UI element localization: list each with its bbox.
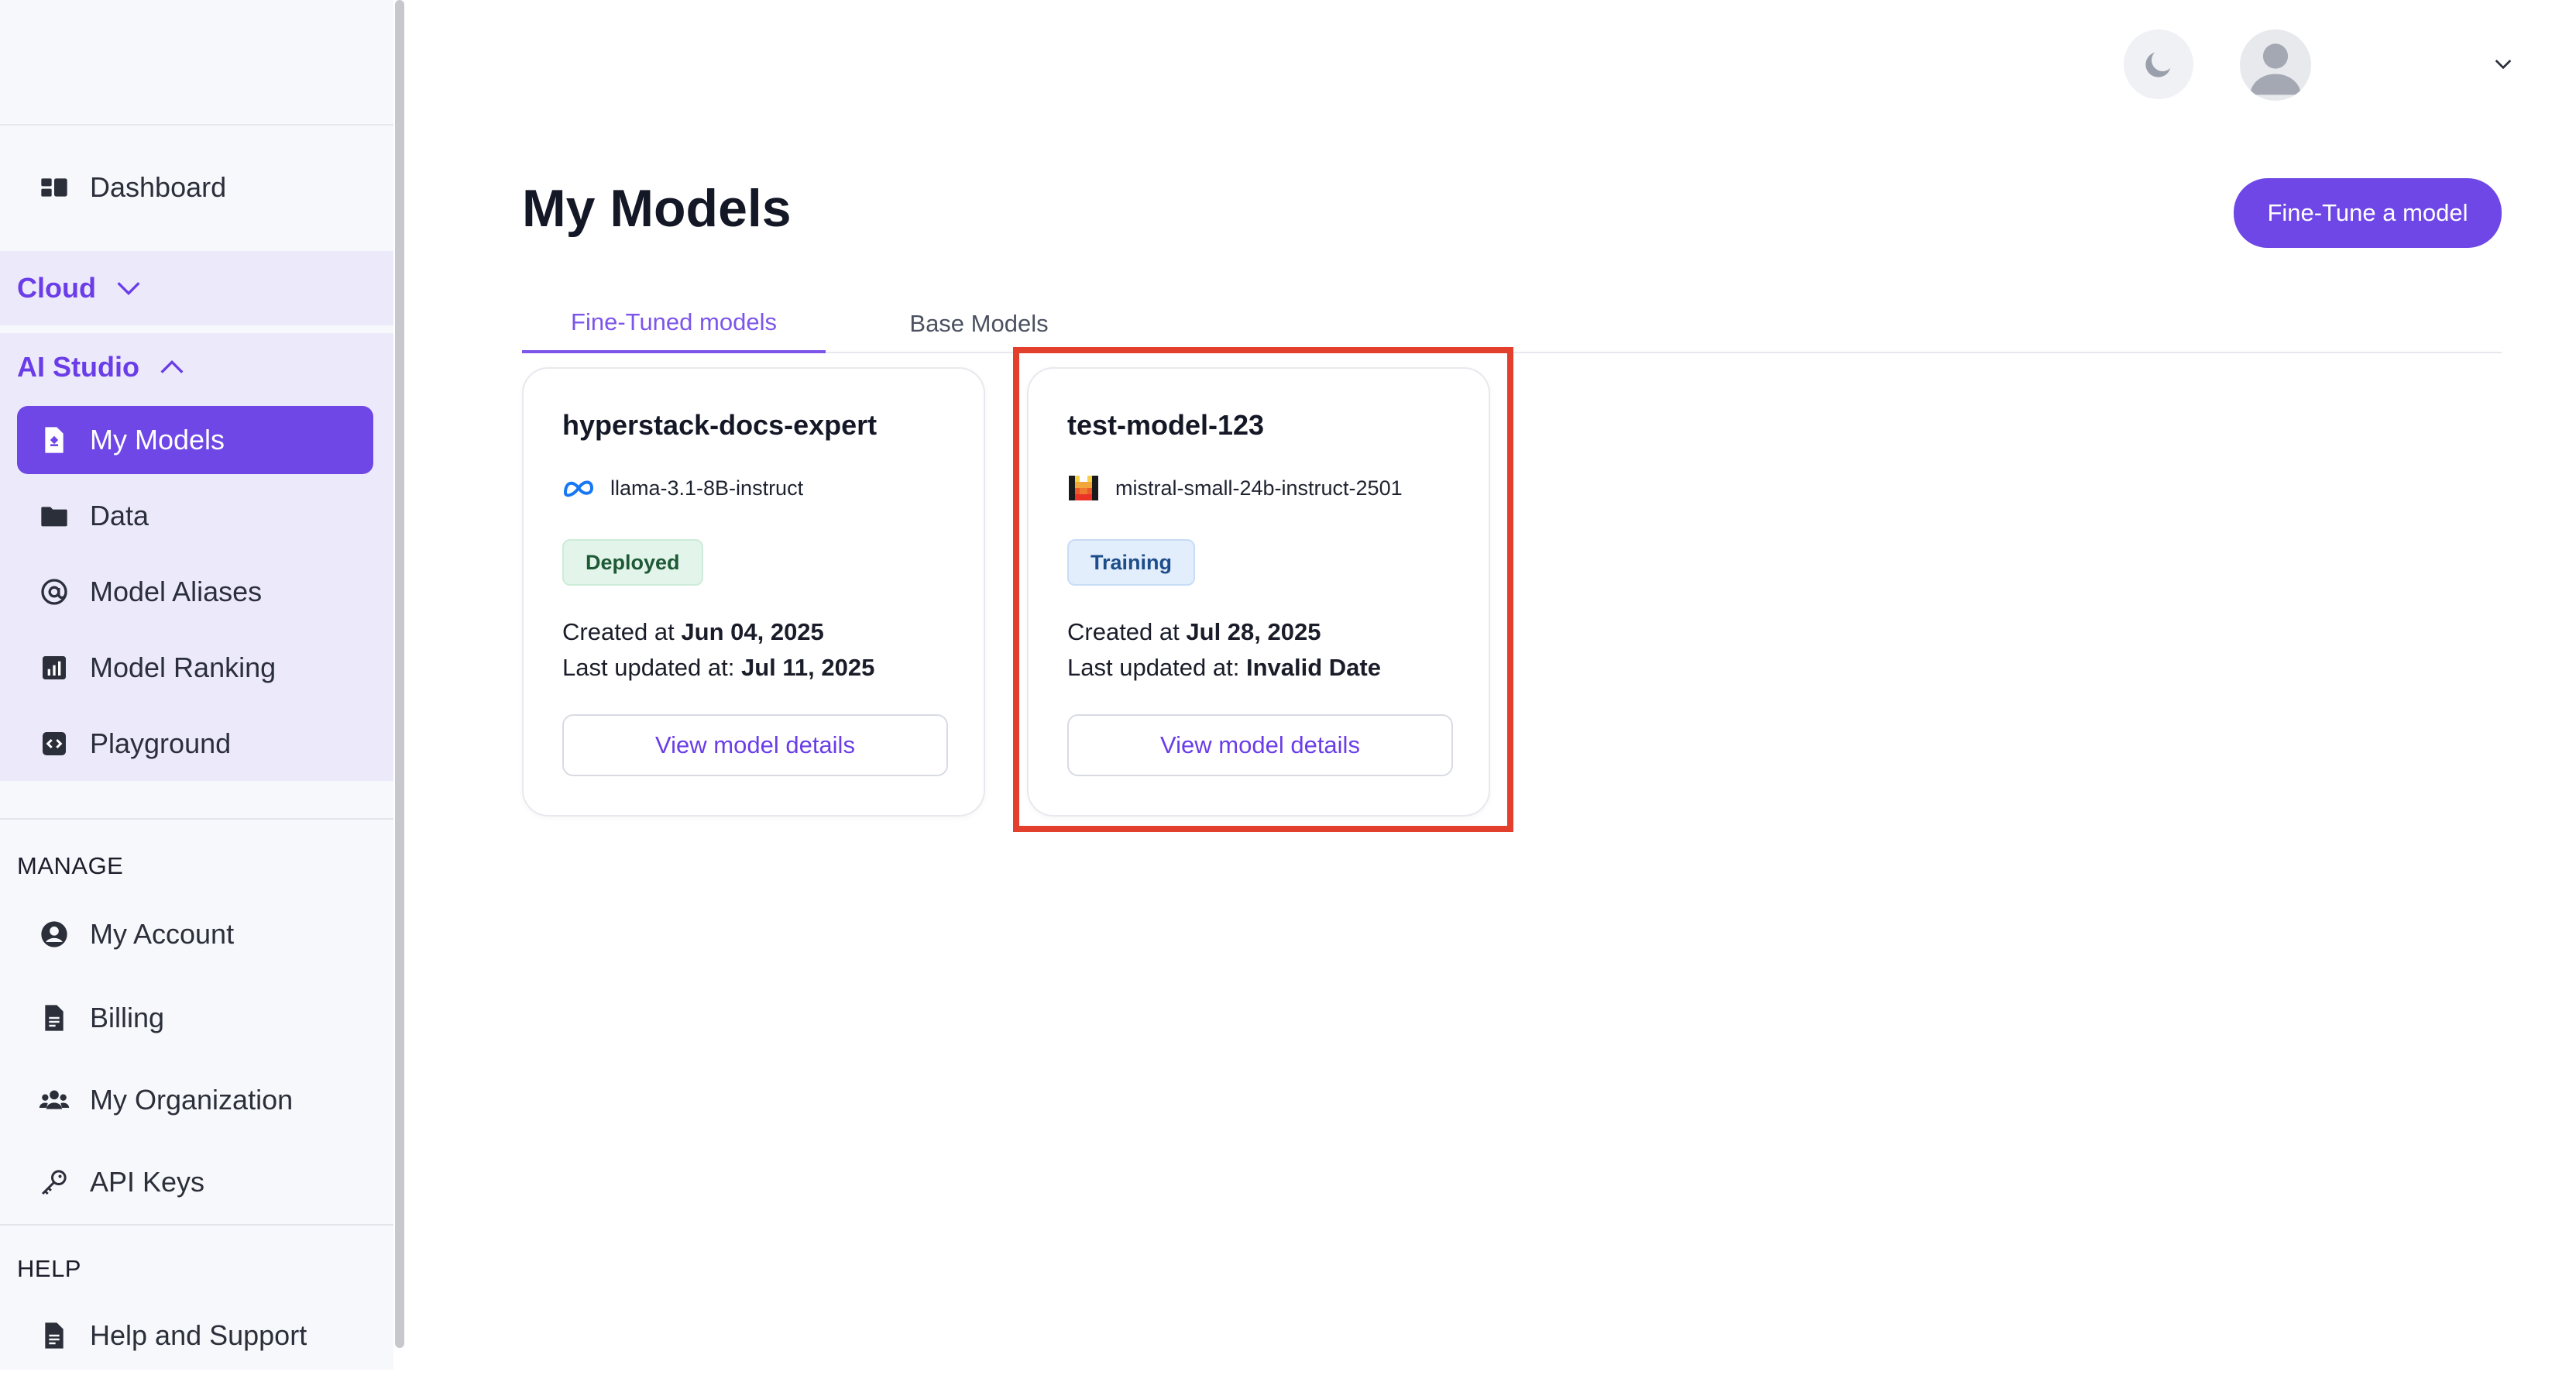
sidebar-group-ai-studio[interactable]: AI Studio — [0, 330, 393, 404]
sidebar-item-label: My Account — [90, 918, 235, 950]
created-date: Created at Jun 04, 2025 — [562, 618, 824, 646]
sidebar-item-label: My Organization — [90, 1084, 294, 1116]
sidebar-divider — [0, 818, 393, 820]
sidebar-item-label: Data — [90, 500, 149, 531]
created-value: Jun 04, 2025 — [681, 618, 824, 645]
model-tabs: Fine-Tuned models Base Models — [522, 294, 2502, 353]
created-label: Created at — [1067, 618, 1180, 645]
view-model-details-button[interactable]: View model details — [1067, 714, 1453, 776]
key-icon — [39, 1167, 70, 1198]
status-badge: Deployed — [562, 539, 703, 586]
account-dropdown-toggle[interactable] — [2488, 48, 2519, 79]
tab-fine-tuned-models[interactable]: Fine-Tuned models — [522, 294, 826, 353]
model-file-icon — [39, 425, 70, 456]
sidebar-item-api-keys[interactable]: API Keys — [17, 1148, 373, 1216]
created-date: Created at Jul 28, 2025 — [1067, 618, 1321, 646]
user-circle-icon — [39, 919, 70, 950]
updated-value: Jul 11, 2025 — [740, 654, 875, 681]
section-label-manage: MANAGE — [17, 852, 124, 879]
app-root: Dashboard Cloud AI Studio My Models Data — [0, 0, 2576, 1396]
folder-icon — [39, 500, 70, 531]
sidebar-item-model-ranking[interactable]: Model Ranking — [17, 634, 373, 702]
sidebar-item-dashboard[interactable]: Dashboard — [17, 153, 373, 222]
sidebar-item-my-account[interactable]: My Account — [17, 900, 373, 968]
chevron-up-icon — [160, 359, 184, 373]
sidebar-group-label: AI Studio — [17, 351, 139, 383]
updated-label: Last updated at: — [1067, 654, 1240, 681]
at-sign-icon — [39, 576, 70, 607]
fine-tune-model-button[interactable]: Fine-Tune a model — [2234, 178, 2502, 248]
document-icon — [39, 1002, 70, 1033]
code-icon — [39, 728, 70, 759]
created-label: Created at — [562, 618, 675, 645]
chevron-down-icon — [117, 282, 140, 296]
sidebar-item-label: Model Aliases — [90, 576, 263, 607]
base-model-name: llama-3.1-8B-instruct — [610, 476, 804, 500]
sidebar-group-label: Cloud — [17, 272, 96, 304]
updated-date: Last updated at: Jul 11, 2025 — [562, 654, 874, 682]
sidebar-item-help-support[interactable]: Help and Support — [17, 1301, 373, 1370]
model-card: test-model-123 mistral-small-24b-instruc… — [1027, 367, 1490, 817]
updated-label: Last updated at: — [562, 654, 735, 681]
bar-chart-icon — [39, 652, 70, 683]
sidebar-scrollbar[interactable] — [395, 0, 404, 1348]
sidebar-item-label: Model Ranking — [90, 652, 276, 683]
sidebar-item-label: Dashboard — [90, 171, 227, 203]
sidebar-item-model-aliases[interactable]: Model Aliases — [17, 558, 373, 626]
moon-icon — [2145, 52, 2171, 77]
sidebar: Dashboard Cloud AI Studio My Models Data — [0, 0, 393, 1370]
user-avatar-button[interactable] — [2240, 29, 2311, 101]
base-model-row: mistral-small-24b-instruct-2501 — [1067, 473, 1403, 504]
updated-value: Invalid Date — [1245, 654, 1381, 681]
base-model-name: mistral-small-24b-instruct-2501 — [1115, 476, 1403, 500]
sidebar-item-playground[interactable]: Playground — [17, 710, 373, 778]
sidebar-item-label: Playground — [90, 727, 232, 759]
user-avatar-icon — [2250, 43, 2301, 95]
document-icon — [39, 1320, 70, 1351]
model-name: hyperstack-docs-expert — [562, 409, 878, 441]
sidebar-item-label: My Models — [90, 424, 225, 456]
chevron-down-icon — [2495, 60, 2512, 70]
sidebar-item-my-organization[interactable]: My Organization — [17, 1066, 373, 1134]
sidebar-item-label: Billing — [90, 1002, 165, 1033]
sidebar-item-data[interactable]: Data — [17, 482, 373, 550]
theme-toggle-button[interactable] — [2124, 29, 2193, 99]
mistral-logo-icon — [1069, 476, 1098, 500]
section-label-help: HELP — [17, 1255, 81, 1282]
model-card: hyperstack-docs-expert llama-3.1-8B-inst… — [522, 367, 985, 817]
users-icon — [39, 1085, 70, 1116]
logo-area — [0, 0, 393, 126]
status-badge: Training — [1067, 539, 1196, 586]
view-model-details-button[interactable]: View model details — [562, 714, 948, 776]
sidebar-item-billing[interactable]: Billing — [17, 984, 373, 1052]
page-title: My Models — [522, 179, 792, 238]
created-value: Jul 28, 2025 — [1186, 618, 1321, 645]
sidebar-divider — [0, 1224, 393, 1226]
sidebar-item-my-models[interactable]: My Models — [17, 406, 373, 474]
updated-date: Last updated at: Invalid Date — [1067, 654, 1381, 682]
sidebar-group-cloud[interactable]: Cloud — [0, 251, 393, 325]
base-model-row: llama-3.1-8B-instruct — [562, 473, 803, 504]
model-name: test-model-123 — [1067, 409, 1265, 441]
sidebar-item-label: API Keys — [90, 1166, 205, 1198]
meta-logo-icon — [563, 480, 594, 497]
tab-base-models[interactable]: Base Models — [886, 294, 1072, 353]
sidebar-item-label: Help and Support — [90, 1319, 307, 1351]
dashboard-icon — [39, 172, 70, 203]
